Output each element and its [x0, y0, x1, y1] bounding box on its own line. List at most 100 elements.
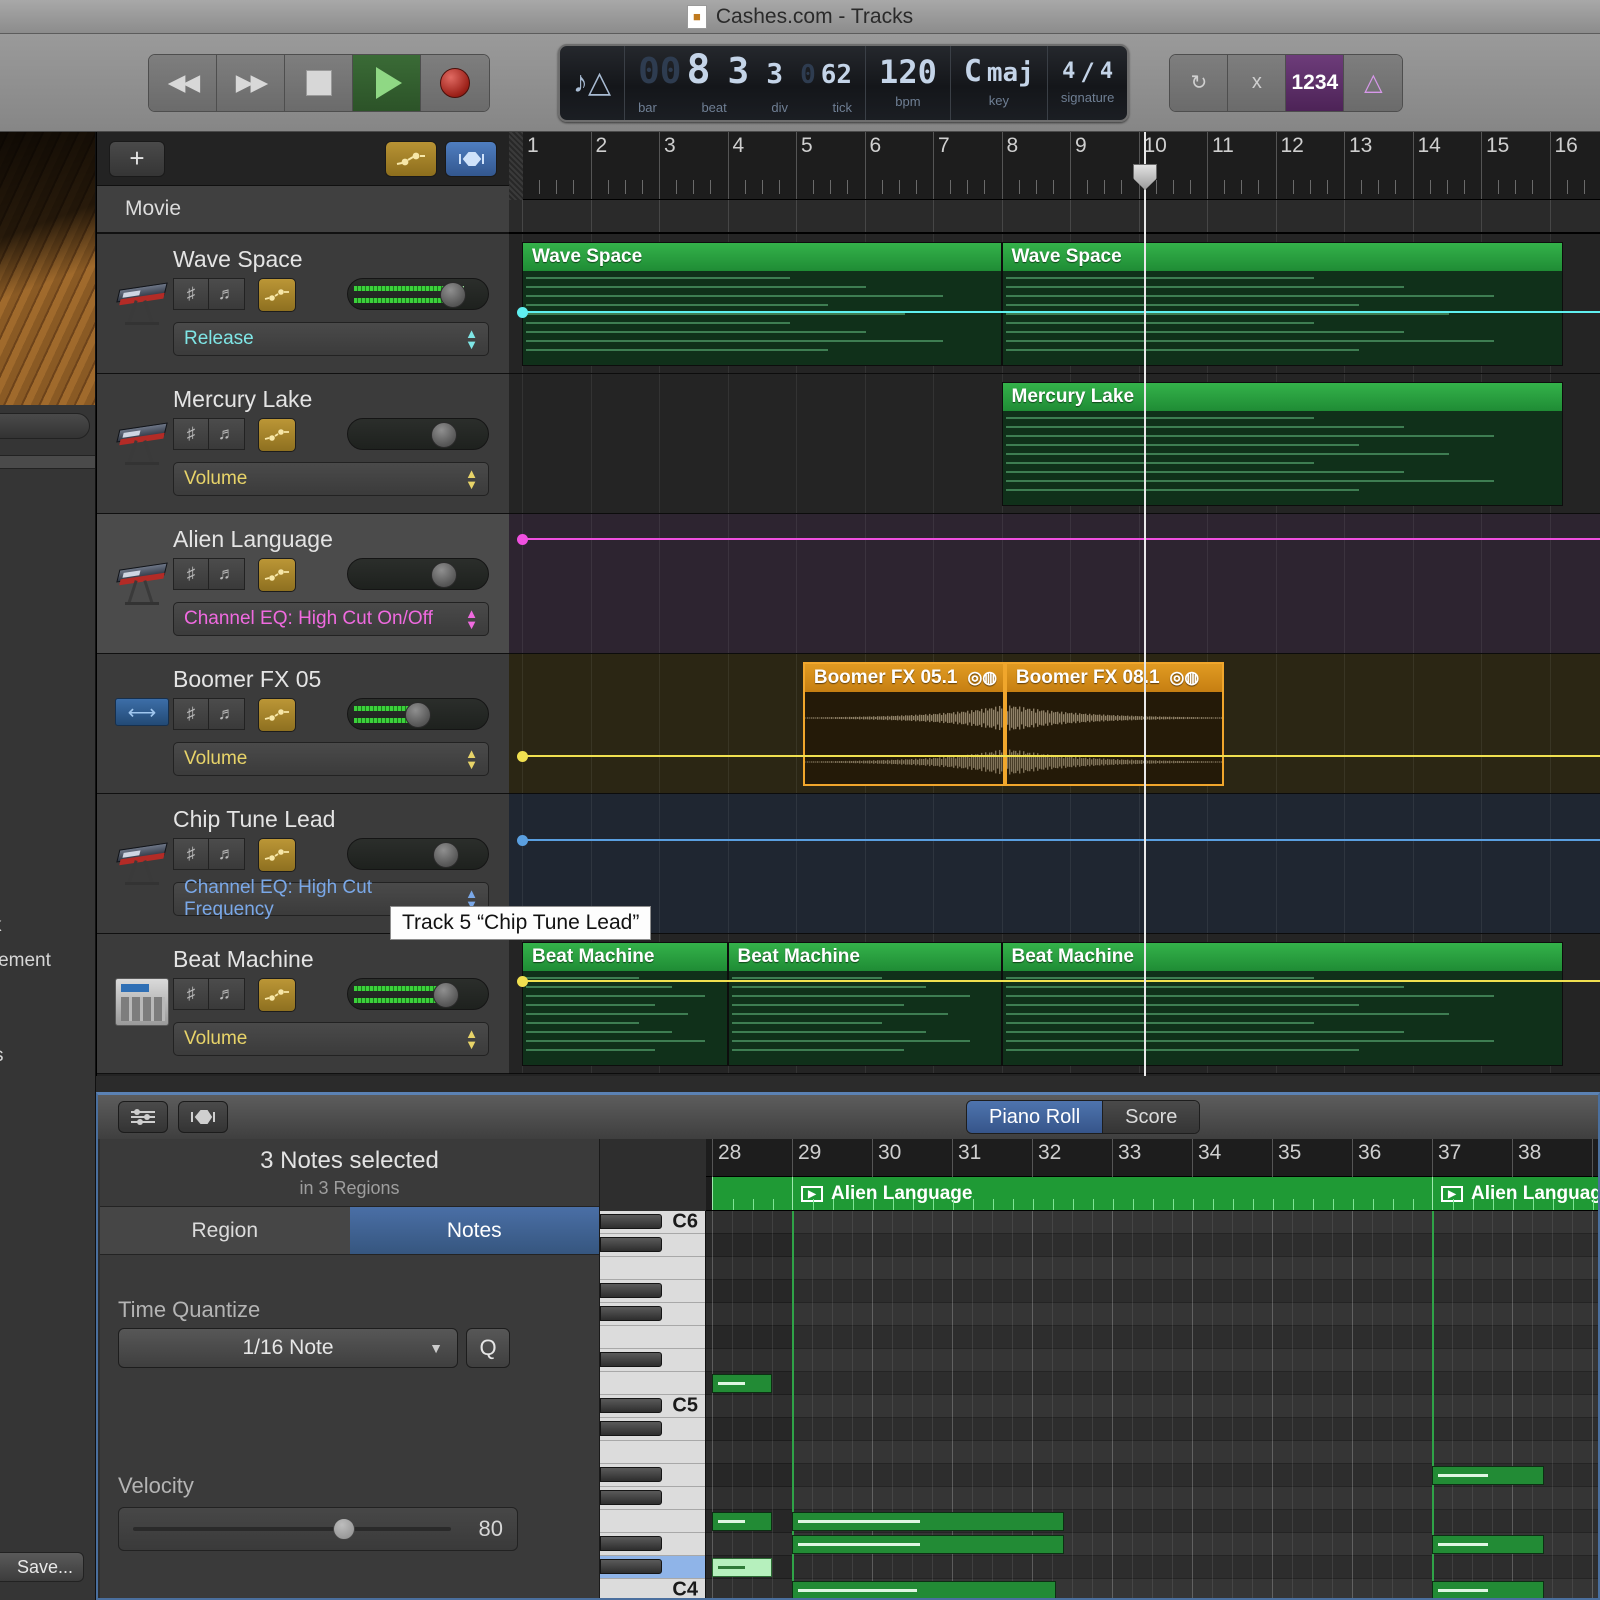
lcd-mode-icons[interactable]: ♪△ — [560, 45, 626, 120]
region[interactable]: Boomer FX 05.1 ◎◍ — [802, 662, 1005, 786]
automation-point[interactable] — [517, 534, 528, 545]
piano-key-black[interactable] — [600, 1237, 662, 1252]
midi-note[interactable] — [792, 1581, 1056, 1598]
automation-line[interactable] — [522, 538, 1600, 540]
piano-key-black[interactable] — [600, 1490, 662, 1505]
volume-slider[interactable] — [347, 838, 489, 870]
region[interactable]: Wave Space — [522, 242, 1002, 366]
solo-button[interactable]: ♬ — [209, 978, 245, 1010]
track-automation-button[interactable] — [258, 978, 296, 1012]
piano-roll-region-lane[interactable]: ▶Alien Language▶Alien Language — [706, 1177, 1598, 1211]
play-button[interactable] — [353, 54, 421, 111]
region[interactable]: Beat Machine — [727, 942, 1002, 1066]
track-header-2[interactable]: Mercury Lake ♯ ♬ Volume ▲ ▼ — [97, 374, 509, 514]
track-lane-5[interactable] — [509, 794, 1600, 934]
track-automation-button[interactable] — [258, 418, 296, 452]
tab-piano-roll[interactable]: Piano Roll — [967, 1101, 1104, 1133]
track-header-4[interactable]: Boomer FX 05 ⟷ ♯ ♬ Volume ▲ ▼ — [97, 654, 509, 794]
pr-region-segment[interactable]: ▶Alien Language — [792, 1177, 1432, 1210]
mute-button[interactable]: ♯ — [173, 838, 209, 870]
piano-key[interactable]: C4 — [600, 1579, 705, 1598]
midi-note[interactable] — [712, 1512, 772, 1531]
region[interactable]: Wave Space — [1001, 242, 1564, 366]
playhead[interactable] — [1144, 132, 1146, 1076]
piano-key-black[interactable] — [600, 1536, 662, 1551]
mute-button[interactable]: ♯ — [173, 418, 209, 450]
automation-point[interactable] — [517, 751, 528, 762]
lcd-display[interactable]: ♪△ 00 8 3 3 0 62 bar beat div tick 120 b… — [558, 43, 1130, 122]
track-automation-button[interactable] — [258, 278, 296, 312]
automation-point[interactable] — [517, 835, 528, 846]
piano-key-black[interactable] — [600, 1283, 662, 1298]
piano-key-black[interactable] — [600, 1398, 662, 1413]
solo-button[interactable]: ♬ — [209, 838, 245, 870]
velocity-slider[interactable]: 80 — [118, 1507, 518, 1551]
solo-button[interactable]: ♬ — [209, 278, 245, 310]
region[interactable]: Boomer FX 08.1 ◎◍ — [1004, 662, 1225, 786]
piano-keyboard[interactable]: C6 C5 C4 — [600, 1211, 706, 1598]
piano-roll-ruler[interactable]: 28 29 30 31 32 33 34 35 36 37 38 39 — [706, 1139, 1598, 1177]
pr-region-segment[interactable] — [712, 1177, 792, 1210]
forward-button[interactable]: ▶▶ — [217, 54, 285, 111]
record-button[interactable] — [421, 54, 489, 111]
automation-point[interactable] — [517, 307, 528, 318]
quantize-button[interactable]: Q — [466, 1328, 510, 1368]
track-automation-button[interactable] — [258, 698, 296, 732]
piano-key[interactable] — [600, 1510, 705, 1533]
piano-key[interactable] — [600, 1372, 705, 1395]
region[interactable]: Beat Machine — [1001, 942, 1564, 1066]
cycle-button[interactable]: ↻ — [1170, 54, 1229, 111]
stop-button[interactable] — [285, 54, 353, 111]
velocity-track[interactable] — [133, 1518, 451, 1540]
time-quantize-select[interactable]: 1/16 Note ▼ — [118, 1328, 458, 1368]
track-lane-1[interactable]: Wave Space Wave Space — [509, 234, 1600, 374]
metronome-button[interactable]: △ — [1344, 54, 1403, 111]
piano-key-black[interactable] — [600, 1559, 662, 1574]
solo-button[interactable]: ♬ — [209, 418, 245, 450]
piano-key-black[interactable] — [600, 1352, 662, 1367]
piano-key[interactable] — [600, 1326, 705, 1349]
tab-region[interactable]: Region — [100, 1207, 350, 1254]
mute-button[interactable]: ♯ — [173, 978, 209, 1010]
track-header-1[interactable]: Wave Space ♯ ♬ Release ▲ ▼ — [97, 234, 509, 374]
midi-note[interactable] — [792, 1512, 1064, 1531]
region[interactable]: Beat Machine — [522, 942, 728, 1066]
tab-score[interactable]: Score — [1103, 1101, 1200, 1133]
track-lane-4[interactable]: Boomer FX 05.1 ◎◍ Boomer FX 08.1 ◎◍ — [509, 654, 1600, 794]
automation-parameter-select[interactable]: Release ▲ ▼ — [173, 322, 489, 356]
track-header-3[interactable]: Alien Language ♯ ♬ Channel EQ: High Cut On/… — [97, 514, 509, 654]
midi-note[interactable] — [1432, 1581, 1544, 1598]
mute-button[interactable]: ♯ — [173, 698, 209, 730]
track-automation-button[interactable] — [258, 558, 296, 592]
piano-roll-grid[interactable] — [706, 1211, 1598, 1598]
automation-line[interactable] — [522, 755, 1600, 757]
midi-note[interactable] — [712, 1558, 772, 1577]
piano-key-black[interactable] — [600, 1214, 662, 1229]
track-lane-2[interactable]: Mercury Lake — [509, 374, 1600, 514]
tab-notes[interactable]: Notes — [349, 1207, 599, 1254]
tuner-button[interactable]: x — [1228, 54, 1287, 111]
midi-note[interactable] — [712, 1374, 772, 1393]
track-lane-3[interactable] — [509, 514, 1600, 654]
timeline-ruler[interactable]: 1 2 3 4 5 6 7 8 9 10 11 12 13 14 15 16 — [509, 132, 1600, 200]
piano-key-black[interactable] — [600, 1306, 662, 1321]
global-track-movie[interactable]: Movie — [97, 186, 509, 234]
automation-point[interactable] — [517, 976, 528, 987]
automation-toggle-button[interactable] — [385, 140, 437, 177]
automation-parameter-select[interactable]: Volume ▲ ▼ — [173, 1022, 489, 1056]
lcd-position[interactable]: 00 8 3 3 0 62 bar beat div tick — [625, 45, 867, 120]
piano-key-black[interactable] — [600, 1421, 662, 1436]
automation-parameter-select[interactable]: Channel EQ: High Cut On/Off ▲ ▼ — [173, 602, 489, 636]
track-automation-button[interactable] — [258, 838, 296, 872]
velocity-knob[interactable] — [333, 1518, 356, 1540]
ruler-zone[interactable] — [509, 200, 1600, 234]
rewind-button[interactable]: ◀◀ — [149, 54, 217, 111]
track-header-6[interactable]: Beat Machine ♯ ♬ Volume ▲ ▼ — [97, 934, 509, 1074]
midi-note[interactable] — [1432, 1535, 1544, 1554]
lcd-signature[interactable]: 4 / 4 signature — [1048, 46, 1127, 120]
editor-flex-button[interactable] — [178, 1101, 228, 1133]
piano-key[interactable] — [600, 1441, 705, 1464]
region[interactable]: Mercury Lake — [1001, 382, 1564, 506]
volume-slider[interactable] — [347, 278, 489, 310]
add-track-button[interactable]: + — [109, 140, 165, 177]
